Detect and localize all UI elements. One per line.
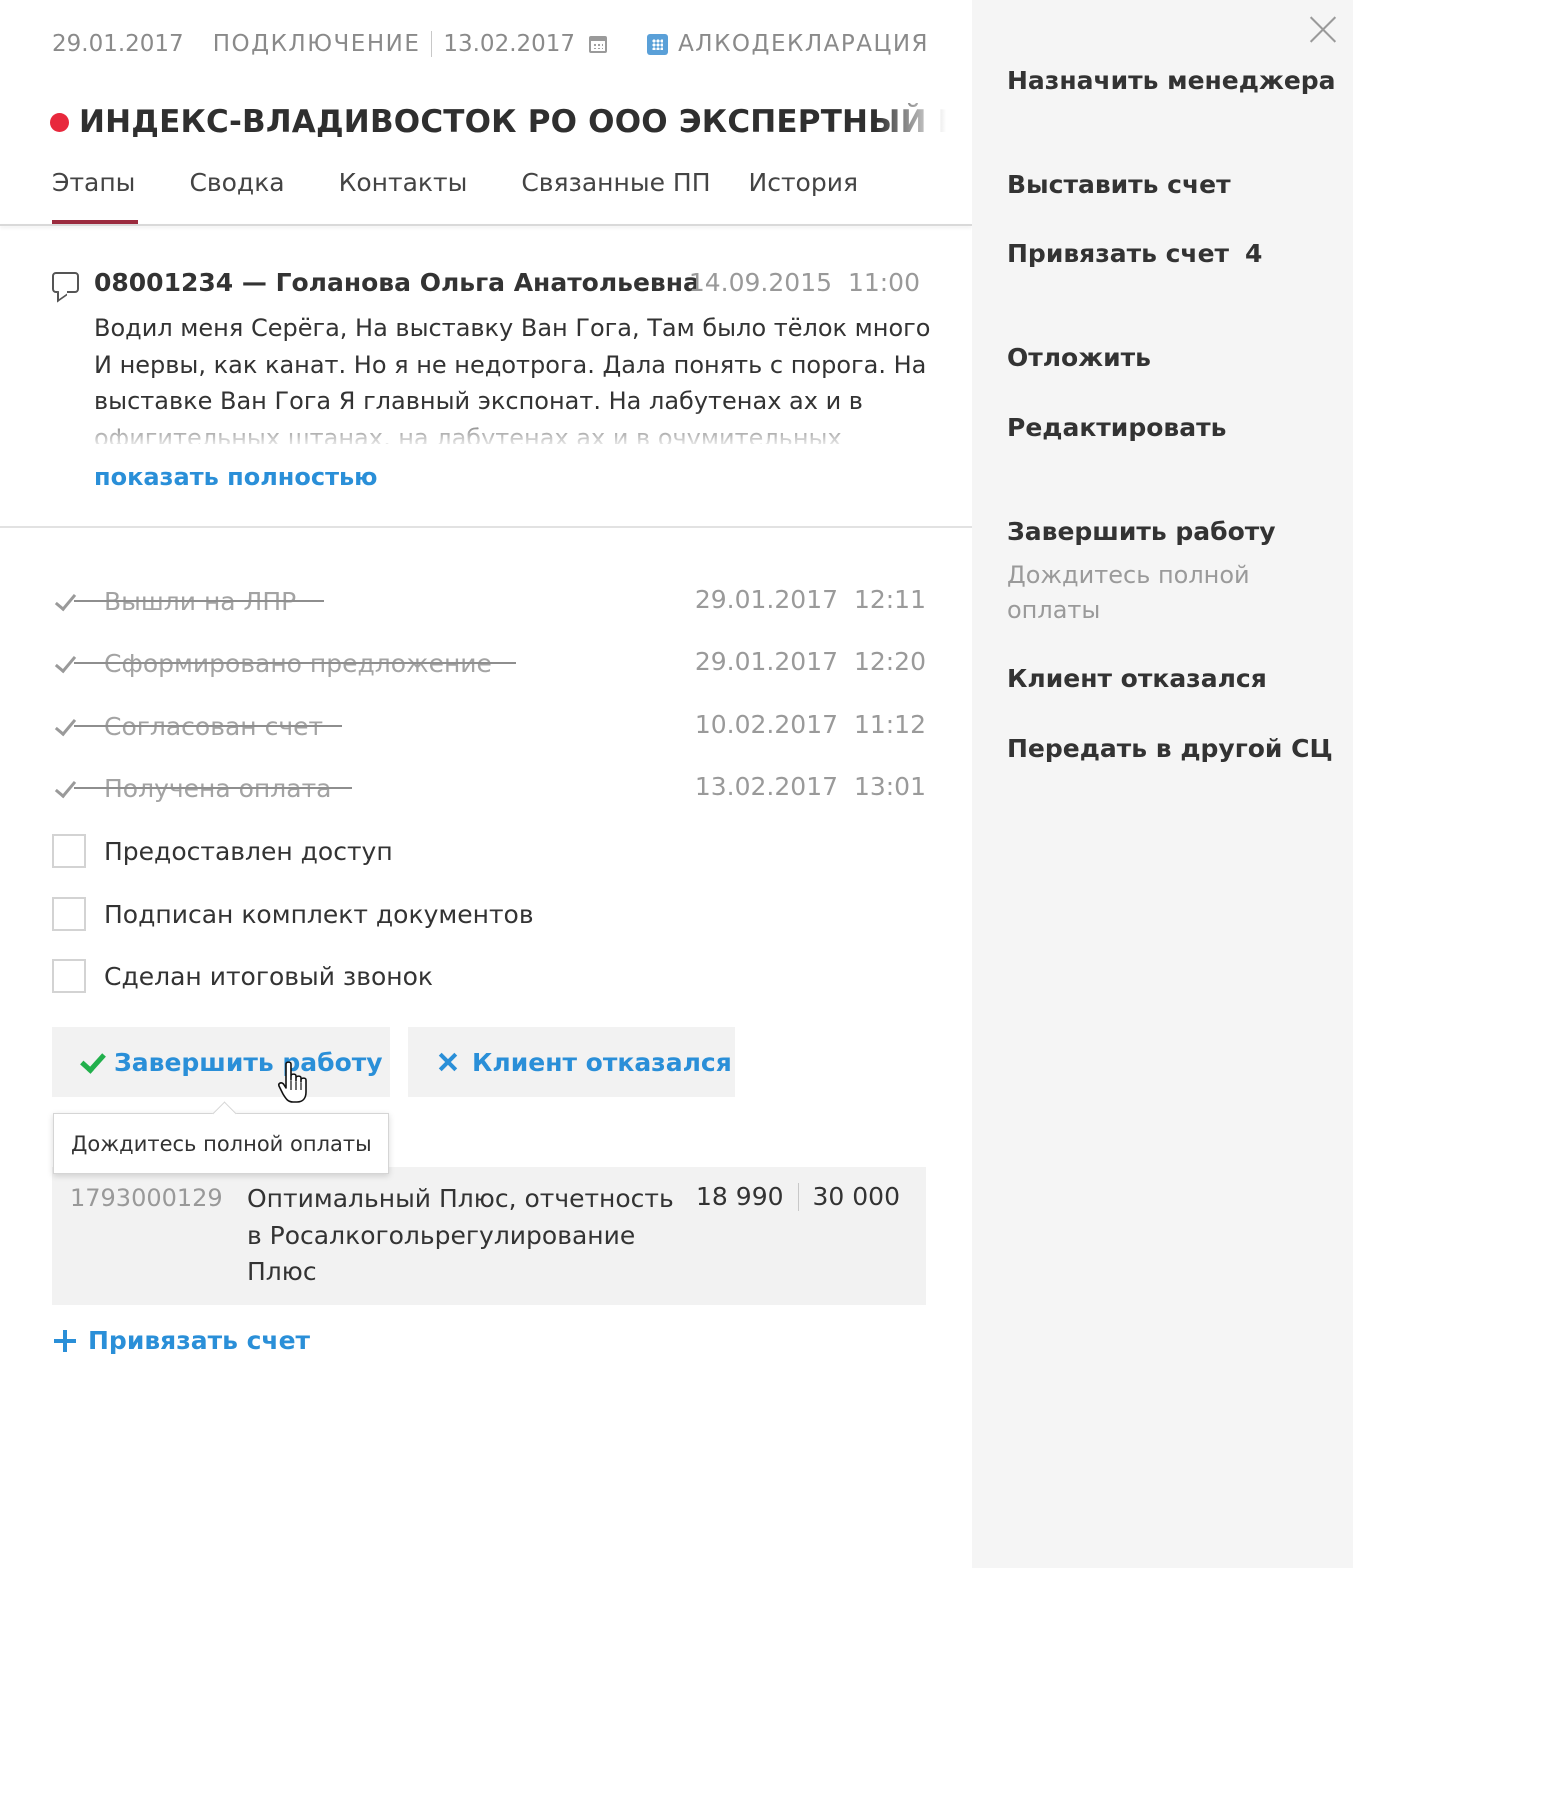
attach-invoice-action-label: Привязать счет xyxy=(1007,239,1230,268)
edit-action[interactable]: Редактировать xyxy=(1007,413,1226,442)
product-name: АЛКОДЕКЛАРАЦИЯ xyxy=(678,31,930,57)
stage-done: Согласован счет 10.02.2017 11:12 xyxy=(52,706,926,746)
client-refused-action[interactable]: Клиент отказался xyxy=(1007,664,1267,693)
client-refused-label: Клиент отказался xyxy=(472,1047,732,1077)
deal-date: 29.01.2017 xyxy=(52,31,184,57)
tab-history[interactable]: История xyxy=(749,168,858,224)
stage-label: Сделан итоговый звонок xyxy=(104,961,433,991)
postpone-action[interactable]: Отложить xyxy=(1007,343,1151,372)
comment-author: 08001234 — Голанова Ольга Анатольевна xyxy=(94,268,700,297)
attach-invoice-link[interactable]: Привязать счет xyxy=(54,1326,310,1355)
strike-line xyxy=(74,600,324,602)
amount-divider xyxy=(797,1182,799,1211)
finish-tooltip: Дождитесь полной оплаты xyxy=(53,1113,389,1174)
stage-date: 10.02.2017 11:12 xyxy=(694,710,926,739)
invoice-row[interactable]: 1793000129 Оптимальный Плюс, отчетность … xyxy=(52,1167,926,1305)
invoice-number: 1793000129 xyxy=(70,1184,223,1212)
stage-done: Получена оплата 13.02.2017 13:01 xyxy=(52,768,926,808)
actions-sidebar xyxy=(972,0,1353,1568)
deal-stage: ПОДКЛЮЧЕНИЕ xyxy=(212,31,421,57)
issue-invoice-action[interactable]: Выставить счет xyxy=(1007,170,1231,199)
stage-date: 29.01.2017 12:11 xyxy=(694,585,926,614)
stage-label: Предоставлен доступ xyxy=(104,836,393,866)
transfer-action[interactable]: Передать в другой СЦ xyxy=(1007,734,1333,763)
plus-icon xyxy=(54,1329,76,1352)
status-dot xyxy=(50,112,69,132)
strike-line xyxy=(74,787,352,789)
strike-line xyxy=(74,725,342,727)
tab-contacts[interactable]: Контакты xyxy=(339,168,468,224)
stage-checkbox[interactable] xyxy=(52,897,86,931)
invoice-total: 30 000 xyxy=(812,1182,900,1211)
checkmark-icon xyxy=(80,1051,102,1073)
deal-meta: 29.01.2017 ПОДКЛЮЧЕНИЕ 13.02.2017 АЛКОДЕ… xyxy=(52,30,929,58)
comment-icon xyxy=(52,272,79,293)
finish-work-label: Завершить работу xyxy=(114,1047,383,1077)
strike-line xyxy=(74,662,516,664)
tab-stages[interactable]: Этапы xyxy=(52,168,139,224)
stage-todo-access[interactable]: Предоставлен доступ xyxy=(52,831,393,871)
attach-invoice-count: 4 xyxy=(1245,239,1263,268)
stage-date: 29.01.2017 12:20 xyxy=(694,647,926,676)
calendar-icon[interactable] xyxy=(589,35,608,53)
stage-checkbox[interactable] xyxy=(52,959,86,993)
stage-todo-final-call[interactable]: Сделан итоговый звонок xyxy=(52,956,433,996)
invoice-product: Оптимальный Плюс, отчетность в Росалкого… xyxy=(247,1184,674,1286)
invoice-amounts: 18 990 30 000 xyxy=(696,1182,900,1211)
stage-todo-documents[interactable]: Подписан комплект документов xyxy=(52,894,534,934)
title-fade xyxy=(876,100,946,144)
client-name: ИНДЕКС-ВЛАДИВОСТОК РО ООО ЭКСПЕРТНЫЙ ЦЕН… xyxy=(79,104,946,140)
invoice-paid: 18 990 xyxy=(696,1182,784,1211)
show-full-link[interactable]: показать полностью xyxy=(94,463,378,491)
assign-manager-action[interactable]: Назначить менеджера xyxy=(1007,66,1336,95)
stage-done: Сформировано предложение 29.01.2017 12:2… xyxy=(52,643,926,683)
section-divider xyxy=(0,526,972,528)
hand-cursor-icon xyxy=(278,1061,307,1103)
deal-card: 29.01.2017 ПОДКЛЮЧЕНИЕ 13.02.2017 АЛКОДЕ… xyxy=(0,0,972,1568)
close-icon[interactable] xyxy=(1310,16,1337,43)
product-icon xyxy=(647,33,669,55)
tab-related[interactable]: Связанные ПП xyxy=(521,168,710,224)
stage-done: Вышли на ЛПР 29.01.2017 12:11 xyxy=(52,581,926,621)
stage-label: Подписан комплект документов xyxy=(104,899,534,929)
cross-icon xyxy=(438,1052,458,1072)
meta-divider xyxy=(431,31,433,57)
stage-checkbox[interactable] xyxy=(52,834,86,868)
tabs: Этапы Сводка Контакты Связанные ПП Истор… xyxy=(52,168,912,226)
header-divider xyxy=(0,224,972,226)
client-refused-button[interactable]: Клиент отказался xyxy=(408,1027,735,1097)
client-title: ИНДЕКС-ВЛАДИВОСТОК РО ООО ЭКСПЕРТНЫЙ ЦЕН… xyxy=(50,100,946,144)
finish-work-action[interactable]: Завершить работу xyxy=(1007,517,1276,546)
stage-date: 13.02.2017 xyxy=(443,31,576,57)
stage-date: 13.02.2017 13:01 xyxy=(694,772,926,801)
comment-fade xyxy=(94,412,934,446)
finish-work-button[interactable]: Завершить работу xyxy=(52,1027,390,1097)
comment-date: 14.09.2015 11:00 xyxy=(688,268,920,297)
tab-summary[interactable]: Сводка xyxy=(189,168,284,224)
finish-work-hint: Дождитесь полной оплаты xyxy=(1007,561,1250,624)
attach-invoice-label: Привязать счет xyxy=(88,1326,311,1355)
attach-invoice-action[interactable]: Привязать счет 4 xyxy=(1007,239,1262,268)
